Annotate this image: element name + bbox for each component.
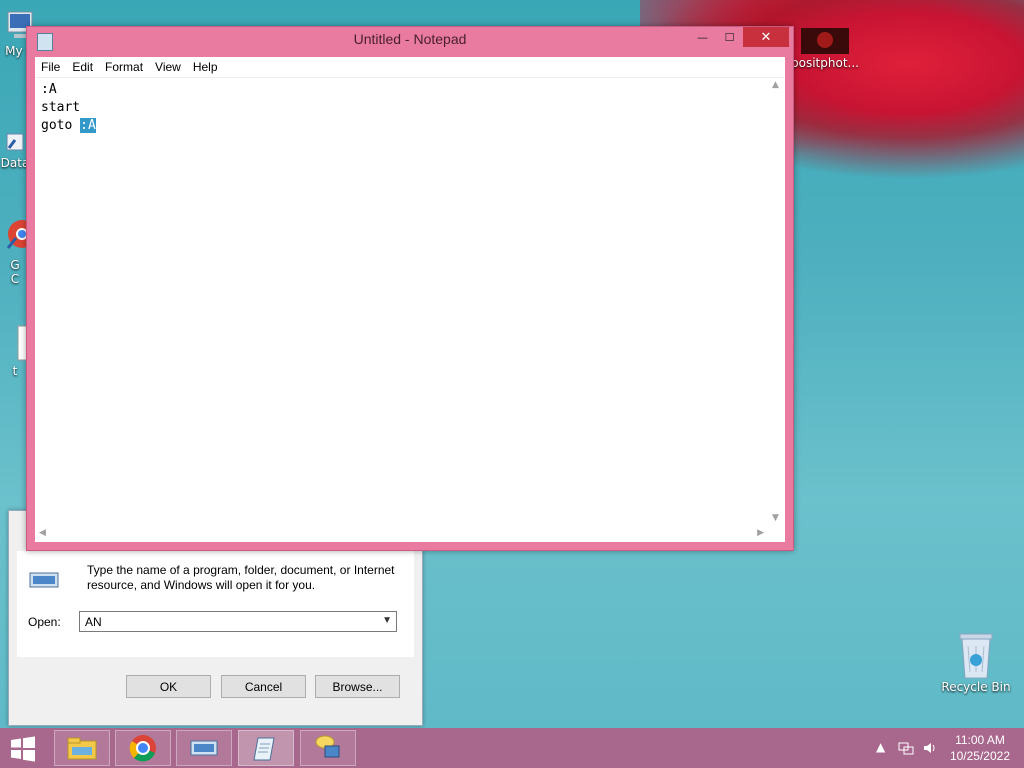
- cancel-button[interactable]: Cancel: [221, 675, 306, 698]
- vertical-scrollbar[interactable]: ▲ ▼: [768, 78, 785, 525]
- run-dialog-body: Type the name of a program, folder, docu…: [17, 551, 414, 657]
- desktop-icon-label: G C: [10, 258, 20, 286]
- desktop-icon-recycle-bin[interactable]: Recycle Bin: [940, 630, 1012, 694]
- menu-view[interactable]: View: [149, 60, 187, 74]
- ok-button[interactable]: OK: [126, 675, 211, 698]
- text-editor[interactable]: :A start goto :A ▲ ▼ ◀ ▶: [35, 78, 785, 542]
- taskbar-remote-desktop[interactable]: [300, 730, 356, 766]
- run-icon: [190, 740, 218, 756]
- scroll-up-icon[interactable]: ▲: [772, 80, 779, 90]
- scroll-right-icon[interactable]: ▶: [757, 528, 764, 538]
- show-hidden-icons-icon[interactable]: ▲: [876, 740, 885, 754]
- desktop-icon-label: t: [12, 364, 18, 378]
- clock-time: 11:00 AM: [955, 733, 1005, 747]
- browse-button[interactable]: Browse...: [315, 675, 400, 698]
- chevron-down-icon[interactable]: ▼: [382, 615, 392, 626]
- windows-start-icon[interactable]: [6, 736, 40, 762]
- minimize-button[interactable]: —: [689, 27, 716, 47]
- notepad-window: Untitled - Notepad — ☐ ✕ File Edit Forma…: [26, 26, 794, 551]
- shortcut-icon: [6, 133, 24, 151]
- menu-edit[interactable]: Edit: [66, 60, 99, 74]
- horizontal-scrollbar[interactable]: ◀ ▶: [35, 525, 768, 542]
- volume-icon[interactable]: [922, 740, 938, 756]
- taskbar-run[interactable]: [176, 730, 232, 766]
- recycle-bin-icon: [959, 633, 993, 679]
- open-label: Open:: [28, 615, 61, 629]
- remote-desktop-icon: [315, 735, 340, 758]
- close-button[interactable]: ✕: [743, 27, 789, 47]
- chrome-icon: [129, 735, 156, 762]
- run-description: Type the name of a program, folder, docu…: [87, 563, 395, 592]
- maximize-button[interactable]: ☐: [716, 27, 743, 47]
- selected-text: :A: [80, 118, 96, 133]
- menu-help[interactable]: Help: [187, 60, 224, 74]
- taskbar-notepad[interactable]: [238, 730, 294, 766]
- clock-date: 10/25/2022: [949, 749, 1010, 763]
- menu-file[interactable]: File: [35, 60, 66, 74]
- menu-format[interactable]: Format: [99, 60, 149, 74]
- desktop-icon-label: Recycle Bin: [941, 680, 1011, 694]
- open-combobox[interactable]: AN ▼: [79, 611, 397, 632]
- taskbar-chrome[interactable]: [115, 730, 171, 766]
- scroll-down-icon[interactable]: ▼: [772, 513, 779, 523]
- run-icon: [29, 572, 59, 588]
- notepad-icon: [253, 737, 275, 761]
- image-thumbnail-icon: [801, 28, 849, 54]
- window-title: Untitled - Notepad: [353, 31, 467, 47]
- network-icon[interactable]: [898, 740, 914, 756]
- taskbar-file-explorer[interactable]: [54, 730, 110, 766]
- open-combobox-value: AN: [85, 615, 102, 629]
- taskbar: ▲ 11:00 AM 10/25/2022: [0, 728, 1024, 768]
- desktop-icon-label: positphot...: [791, 56, 859, 70]
- document-icon: [17, 325, 28, 361]
- editor-text: :A start goto: [41, 82, 81, 133]
- clock[interactable]: 11:00 AM 10/25/2022: [950, 732, 1010, 764]
- chrome-icon: [6, 220, 28, 249]
- menu-bar: File Edit Format View Help: [35, 57, 785, 78]
- desktop-icon-depositphotos[interactable]: positphot...: [790, 26, 860, 70]
- scroll-left-icon[interactable]: ◀: [39, 528, 46, 538]
- editor-content[interactable]: :A start goto :A: [41, 81, 96, 135]
- folder-icon: [67, 737, 97, 760]
